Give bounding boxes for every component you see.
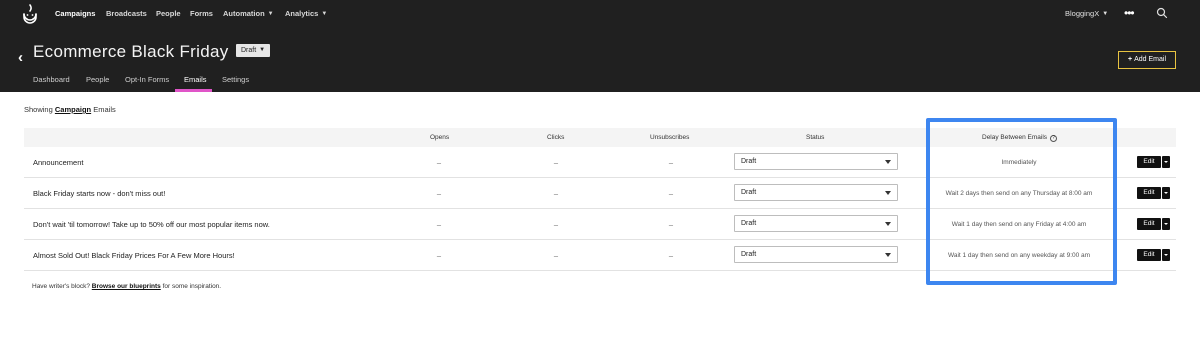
account-menu[interactable]: BloggingX ▼ bbox=[1065, 8, 1108, 20]
logo-icon[interactable] bbox=[22, 4, 38, 24]
edit-button[interactable]: Edit bbox=[1137, 249, 1161, 261]
email-name[interactable]: Announcement bbox=[33, 158, 83, 168]
edit-dropdown-icon[interactable] bbox=[1162, 249, 1170, 261]
campaign-header: ‹ Ecommerce Black Friday Draft ▼ Dashboar… bbox=[0, 28, 1200, 92]
clicks-value: – bbox=[553, 158, 559, 167]
campaign-filter-link[interactable]: Campaign bbox=[55, 105, 91, 114]
nav-analytics-label: Analytics bbox=[285, 9, 319, 18]
edit-button[interactable]: Edit bbox=[1137, 187, 1161, 199]
footer-prefix: Have writer's block? bbox=[32, 283, 90, 290]
status-select[interactable]: Draft bbox=[734, 246, 898, 263]
tab-emails[interactable]: Emails bbox=[184, 75, 207, 85]
status-select-value: Draft bbox=[741, 220, 757, 227]
footer-note: Have writer's block? Browse our blueprin… bbox=[32, 283, 221, 290]
more-icon[interactable]: ••• bbox=[1124, 7, 1135, 19]
active-tab-indicator bbox=[175, 89, 212, 92]
status-select-value: Draft bbox=[741, 158, 757, 165]
chevron-down-icon: ▼ bbox=[259, 47, 266, 53]
column-status: Status bbox=[806, 134, 825, 141]
clicks-value: – bbox=[553, 220, 559, 229]
edit-dropdown-icon[interactable] bbox=[1162, 156, 1170, 168]
tab-people[interactable]: People bbox=[86, 75, 109, 85]
clicks-value: – bbox=[553, 251, 559, 260]
status-select[interactable]: Draft bbox=[734, 215, 898, 232]
status-select-value: Draft bbox=[741, 251, 757, 258]
plus-icon: + bbox=[1128, 56, 1133, 63]
delay-column-highlight bbox=[926, 118, 1117, 285]
status-select[interactable]: Draft bbox=[734, 184, 898, 201]
nav-automation[interactable]: Automation ▼ bbox=[223, 8, 274, 20]
back-arrow-icon[interactable]: ‹ bbox=[18, 50, 23, 65]
status-badge[interactable]: Draft ▼ bbox=[236, 44, 271, 57]
tab-opt-in-forms[interactable]: Opt-In Forms bbox=[125, 75, 169, 85]
footer-suffix: for some inspiration. bbox=[162, 283, 222, 290]
chevron-down-icon bbox=[885, 222, 891, 226]
nav-analytics[interactable]: Analytics ▼ bbox=[285, 8, 327, 20]
email-name[interactable]: Black Friday starts now - don't miss out… bbox=[33, 189, 165, 199]
page-title: Ecommerce Black Friday bbox=[33, 42, 229, 61]
email-name[interactable]: Don't wait 'til tomorrow! Take up to 50%… bbox=[33, 220, 270, 230]
add-email-button[interactable]: + Add Email bbox=[1118, 51, 1176, 69]
status-select-value: Draft bbox=[741, 189, 757, 196]
chevron-down-icon: ▼ bbox=[267, 11, 274, 17]
search-icon[interactable] bbox=[1156, 7, 1168, 19]
edit-dropdown-icon[interactable] bbox=[1162, 187, 1170, 199]
top-nav: Campaigns Broadcasts People Forms Automa… bbox=[0, 0, 1200, 28]
showing-label: Showing Campaign Emails bbox=[24, 105, 116, 114]
opens-value: – bbox=[436, 220, 442, 229]
showing-prefix: Showing bbox=[24, 105, 53, 114]
blueprints-link[interactable]: Browse our blueprints bbox=[92, 283, 161, 290]
tab-settings[interactable]: Settings bbox=[222, 75, 249, 85]
chevron-down-icon: ▼ bbox=[321, 11, 328, 17]
chevron-down-icon bbox=[885, 160, 891, 164]
email-name[interactable]: Almost Sold Out! Black Friday Prices For… bbox=[33, 251, 235, 261]
column-opens: Opens bbox=[430, 134, 450, 141]
opens-value: – bbox=[436, 251, 442, 260]
unsubscribes-value: – bbox=[668, 189, 674, 198]
unsubscribes-value: – bbox=[668, 220, 674, 229]
chevron-down-icon bbox=[885, 253, 891, 257]
chevron-down-icon bbox=[885, 191, 891, 195]
opens-value: – bbox=[436, 158, 442, 167]
edit-button[interactable]: Edit bbox=[1137, 218, 1161, 230]
nav-people[interactable]: People bbox=[156, 8, 181, 20]
nav-broadcasts[interactable]: Broadcasts bbox=[106, 8, 147, 20]
chevron-down-icon: ▼ bbox=[1102, 11, 1109, 17]
showing-suffix: Emails bbox=[93, 105, 116, 114]
unsubscribes-value: – bbox=[668, 251, 674, 260]
status-badge-label: Draft bbox=[241, 47, 257, 54]
opens-value: – bbox=[436, 189, 442, 198]
clicks-value: – bbox=[553, 189, 559, 198]
add-email-label: Add Email bbox=[1134, 56, 1166, 63]
account-name: BloggingX bbox=[1065, 9, 1100, 18]
nav-forms[interactable]: Forms bbox=[190, 8, 213, 20]
nav-campaigns[interactable]: Campaigns bbox=[55, 8, 95, 20]
status-select[interactable]: Draft bbox=[734, 153, 898, 170]
edit-button[interactable]: Edit bbox=[1137, 156, 1161, 168]
tab-dashboard[interactable]: Dashboard bbox=[33, 75, 70, 85]
edit-dropdown-icon[interactable] bbox=[1162, 218, 1170, 230]
column-unsubscribes: Unsubscribes bbox=[650, 134, 690, 141]
nav-automation-label: Automation bbox=[223, 9, 265, 18]
column-clicks: Clicks bbox=[547, 134, 565, 141]
unsubscribes-value: – bbox=[668, 158, 674, 167]
